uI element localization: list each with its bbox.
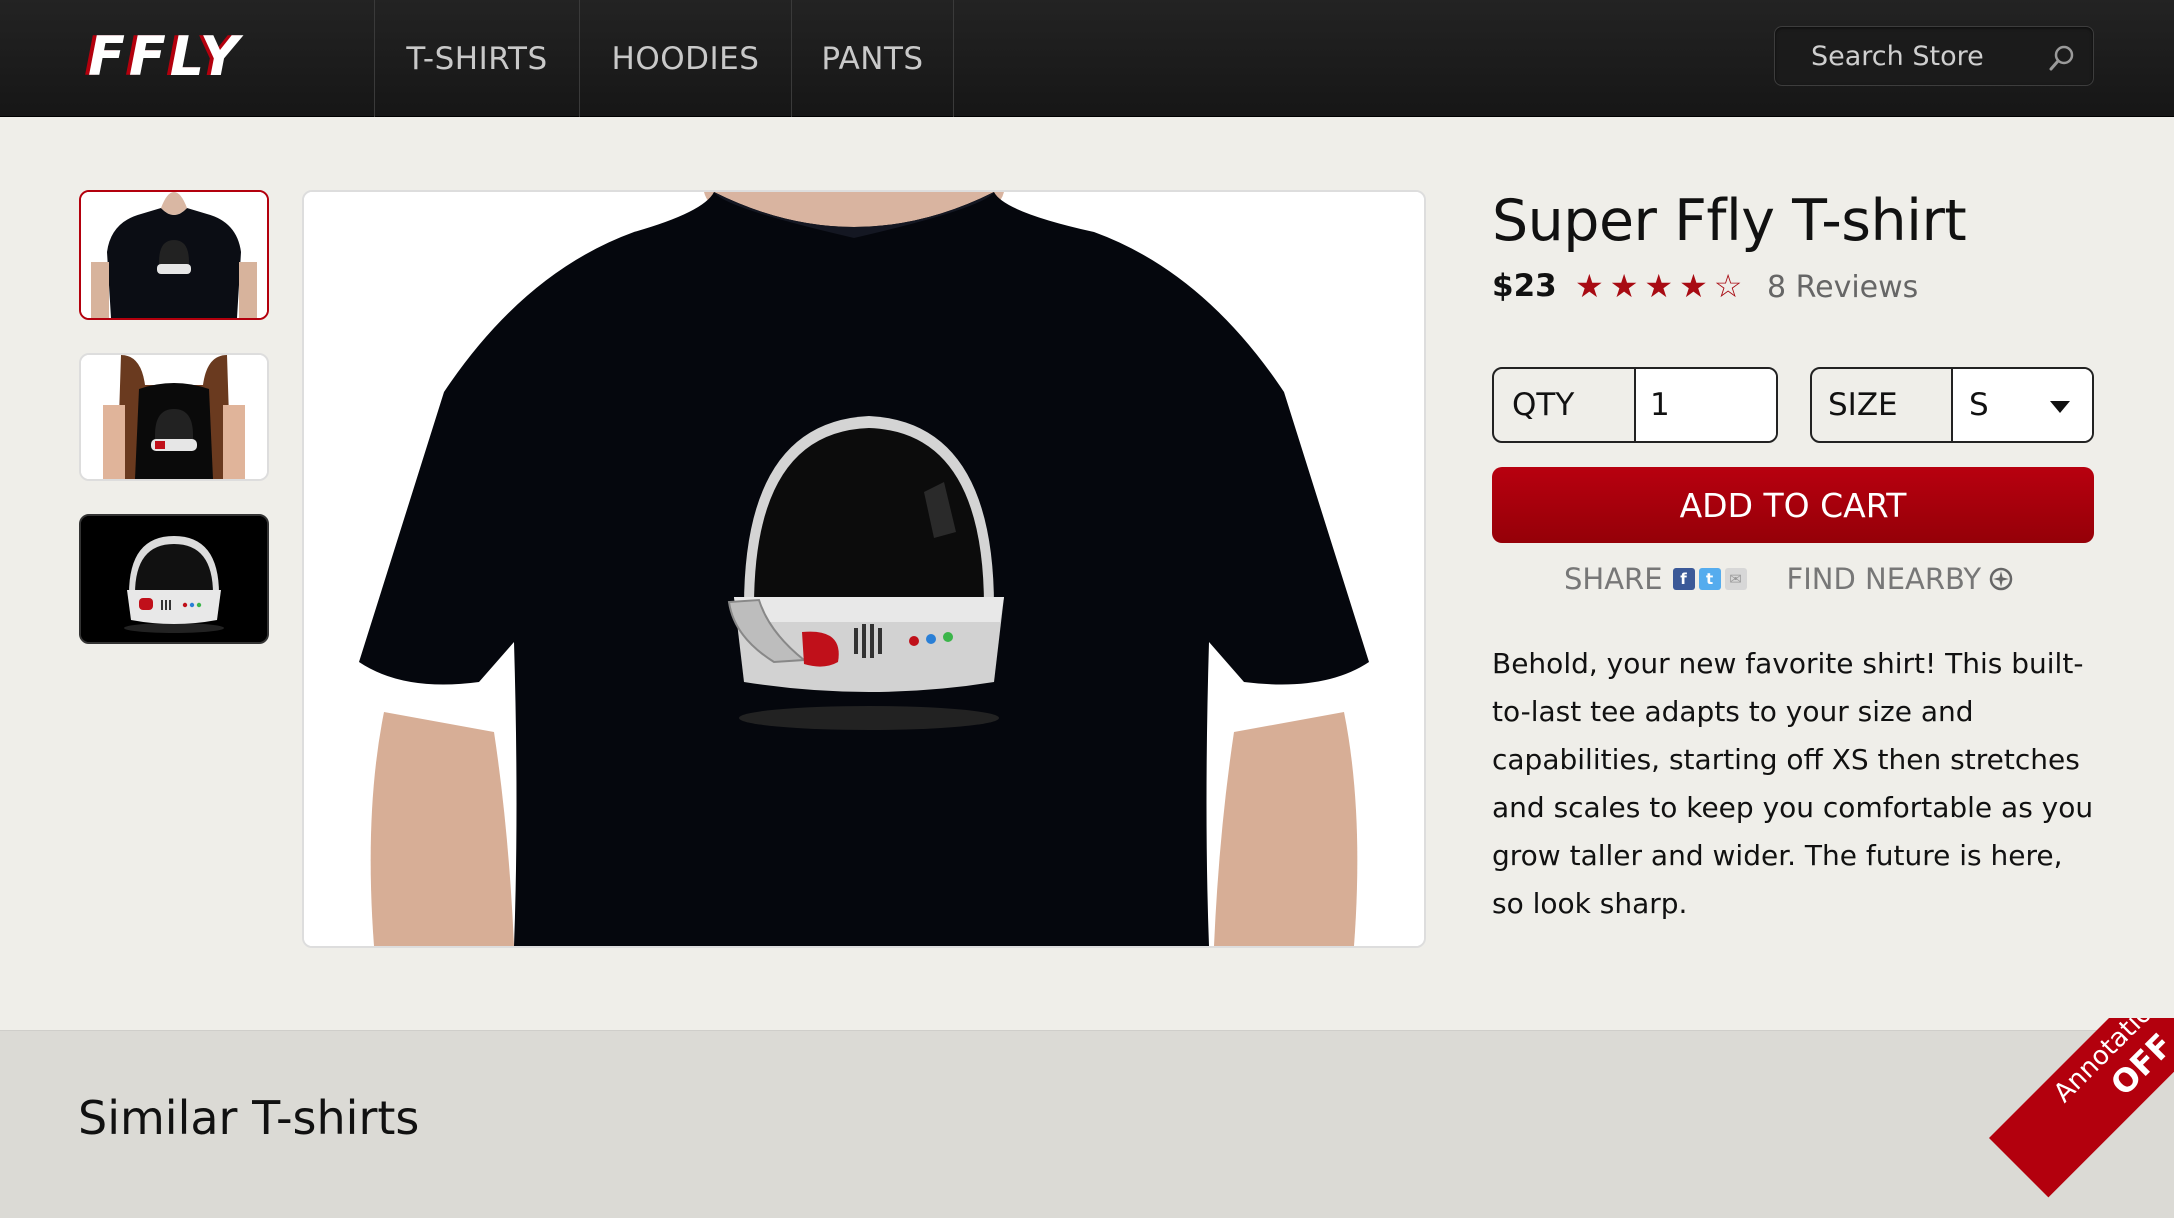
- share-row: SHARE f t ✉ FIND NEARBY: [1564, 562, 2013, 596]
- star-icon: ★: [1679, 267, 1708, 305]
- search-box: [1774, 26, 2094, 86]
- share-label: SHARE: [1564, 562, 1663, 596]
- nav-item-hoodies[interactable]: HOODIES: [579, 0, 791, 117]
- search-input[interactable]: [1775, 27, 2035, 85]
- share-icons: f t ✉: [1672, 568, 1747, 590]
- facebook-icon[interactable]: f: [1672, 568, 1695, 590]
- star-rating[interactable]: ★ ★ ★ ★ ☆: [1575, 266, 1742, 306]
- similar-section: Similar T-shirts: [0, 1030, 2174, 1218]
- size-select[interactable]: S: [1953, 369, 2092, 441]
- main-nav: T-SHIRTS HOODIES PANTS: [374, 0, 954, 117]
- quantity-label: QTY: [1494, 369, 1636, 441]
- size-field: SIZE S: [1810, 367, 2094, 443]
- product-thumbnail-1[interactable]: [79, 190, 269, 320]
- product-price: $23: [1492, 268, 1557, 304]
- product-title: Super Ffly T-shirt: [1492, 188, 1967, 254]
- add-to-cart-button[interactable]: ADD TO CART: [1492, 467, 2094, 543]
- star-icon: ★: [1609, 267, 1639, 305]
- nav-item-tshirts[interactable]: T-SHIRTS: [374, 0, 579, 117]
- main-product-image[interactable]: [302, 190, 1426, 948]
- chevron-down-icon: [2050, 401, 2070, 413]
- compass-icon[interactable]: [1989, 567, 2013, 591]
- reviews-link[interactable]: 8 Reviews: [1767, 270, 1918, 305]
- search-icon[interactable]: [2047, 43, 2077, 73]
- annotations-ribbon-wrapper: Annotations: OFF: [1974, 1018, 2174, 1218]
- tshirt-photo: [304, 192, 1424, 946]
- nav-item-pants[interactable]: PANTS: [791, 0, 954, 117]
- size-value: S: [1969, 387, 1989, 423]
- thumbnail-image-woman: [81, 355, 267, 479]
- quantity-input[interactable]: [1636, 369, 1776, 441]
- size-label: SIZE: [1812, 369, 1953, 441]
- site-logo[interactable]: FFLY: [88, 28, 243, 86]
- star-icon: ★: [1575, 267, 1604, 305]
- annotations-toggle-ribbon[interactable]: Annotations: OFF: [1989, 1018, 2174, 1198]
- similar-section-title: Similar T-shirts: [78, 1091, 420, 1145]
- thumbnail-image-man-front: [81, 192, 267, 318]
- star-empty-icon: ☆: [1713, 267, 1743, 305]
- star-icon: ★: [1644, 267, 1674, 305]
- product-thumbnail-3[interactable]: [79, 514, 269, 644]
- thumbnail-image-helmet: [81, 516, 267, 642]
- quantity-field: QTY: [1492, 367, 1778, 443]
- product-description: Behold, your new favorite shirt! This bu…: [1492, 647, 2094, 920]
- mail-icon[interactable]: ✉: [1724, 568, 1747, 590]
- twitter-icon[interactable]: t: [1698, 568, 1721, 590]
- find-nearby-link[interactable]: FIND NEARBY: [1787, 562, 1982, 596]
- top-navigation-bar: FFLY T-SHIRTS HOODIES PANTS: [0, 0, 2174, 117]
- product-thumbnail-2[interactable]: [79, 353, 269, 481]
